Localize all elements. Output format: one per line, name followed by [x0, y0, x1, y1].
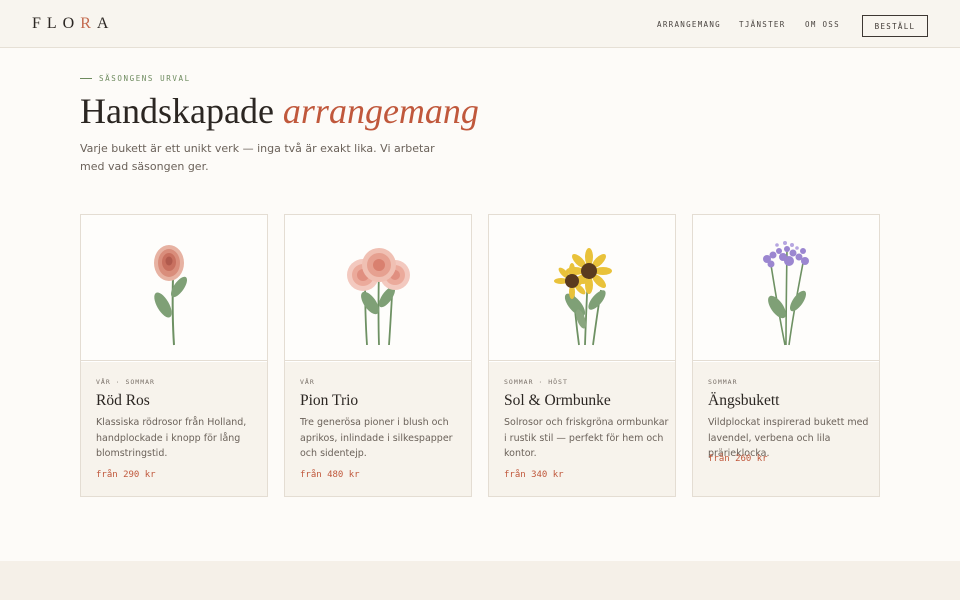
- product-price: från 290 kr: [96, 470, 156, 480]
- product-card[interactable]: SOMMAR Ängsbukett Vildplockat inspirerad…: [692, 214, 880, 497]
- product-price: från 260 kr: [708, 454, 768, 464]
- nav-om-oss[interactable]: OM OSS: [805, 20, 840, 29]
- product-info: VÅR Pion Trio Tre generösa pioner i blus…: [285, 362, 471, 496]
- product-card[interactable]: VÅR · SOMMAR Röd Ros Klassiska rödrosor …: [80, 214, 268, 497]
- order-button[interactable]: BESTÄLL: [862, 15, 928, 37]
- product-image: [489, 215, 675, 361]
- season-label: VÅR · SOMMAR: [96, 378, 155, 386]
- nav-tjanster[interactable]: TJÄNSTER: [739, 20, 786, 29]
- product-description: Tre generösa pioner i blush och aprikos,…: [300, 417, 453, 459]
- product-image: [285, 215, 471, 361]
- product-info: SOMMAR · HÖST Sol & Ormbunke Solrosor oc…: [489, 362, 675, 496]
- season-label: SOMMAR: [708, 378, 738, 386]
- product-description: Klassiska rödrosor från Holland, handplo…: [96, 417, 247, 459]
- nav-arrangemang[interactable]: ARRANGEMANG: [657, 20, 721, 29]
- product-info: VÅR · SOMMAR Röd Ros Klassiska rödrosor …: [81, 362, 267, 496]
- product-name: Pion Trio: [300, 392, 359, 409]
- footer-band: [0, 561, 960, 600]
- section-eyebrow: SÄSONGENS URVAL: [99, 74, 191, 83]
- eyebrow-divider: [80, 78, 92, 79]
- peony-trio-icon: [347, 248, 410, 346]
- product-name: Ängsbukett: [708, 392, 780, 409]
- sunflower-icon: [554, 248, 612, 346]
- logo[interactable]: FLORA: [32, 15, 114, 33]
- product-image: [693, 215, 879, 361]
- product-description: Solrosor och friskgröna ormbunkar i rust…: [504, 417, 669, 459]
- product-card[interactable]: VÅR Pion Trio Tre generösa pioner i blus…: [284, 214, 472, 497]
- intro-text: Varje bukett är ett unikt verk — inga tv…: [80, 142, 435, 173]
- meadow-bouquet-icon: [763, 241, 809, 346]
- page-title: Handskapade arrangemang: [80, 91, 479, 131]
- product-name: Röd Ros: [96, 392, 150, 409]
- red-rose-icon: [154, 245, 188, 346]
- season-label: VÅR: [300, 378, 315, 386]
- site-header: FLORA ARRANGEMANG TJÄNSTER OM OSS BESTÄL…: [0, 0, 960, 48]
- product-price: från 480 kr: [300, 470, 360, 480]
- product-card[interactable]: SOMMAR · HÖST Sol & Ormbunke Solrosor oc…: [488, 214, 676, 497]
- product-image: [81, 215, 267, 361]
- product-price: från 340 kr: [504, 470, 564, 480]
- product-name: Sol & Ormbunke: [504, 392, 611, 409]
- season-label: SOMMAR · HÖST: [504, 378, 568, 386]
- product-info: SOMMAR Ängsbukett Vildplockat inspirerad…: [693, 362, 879, 496]
